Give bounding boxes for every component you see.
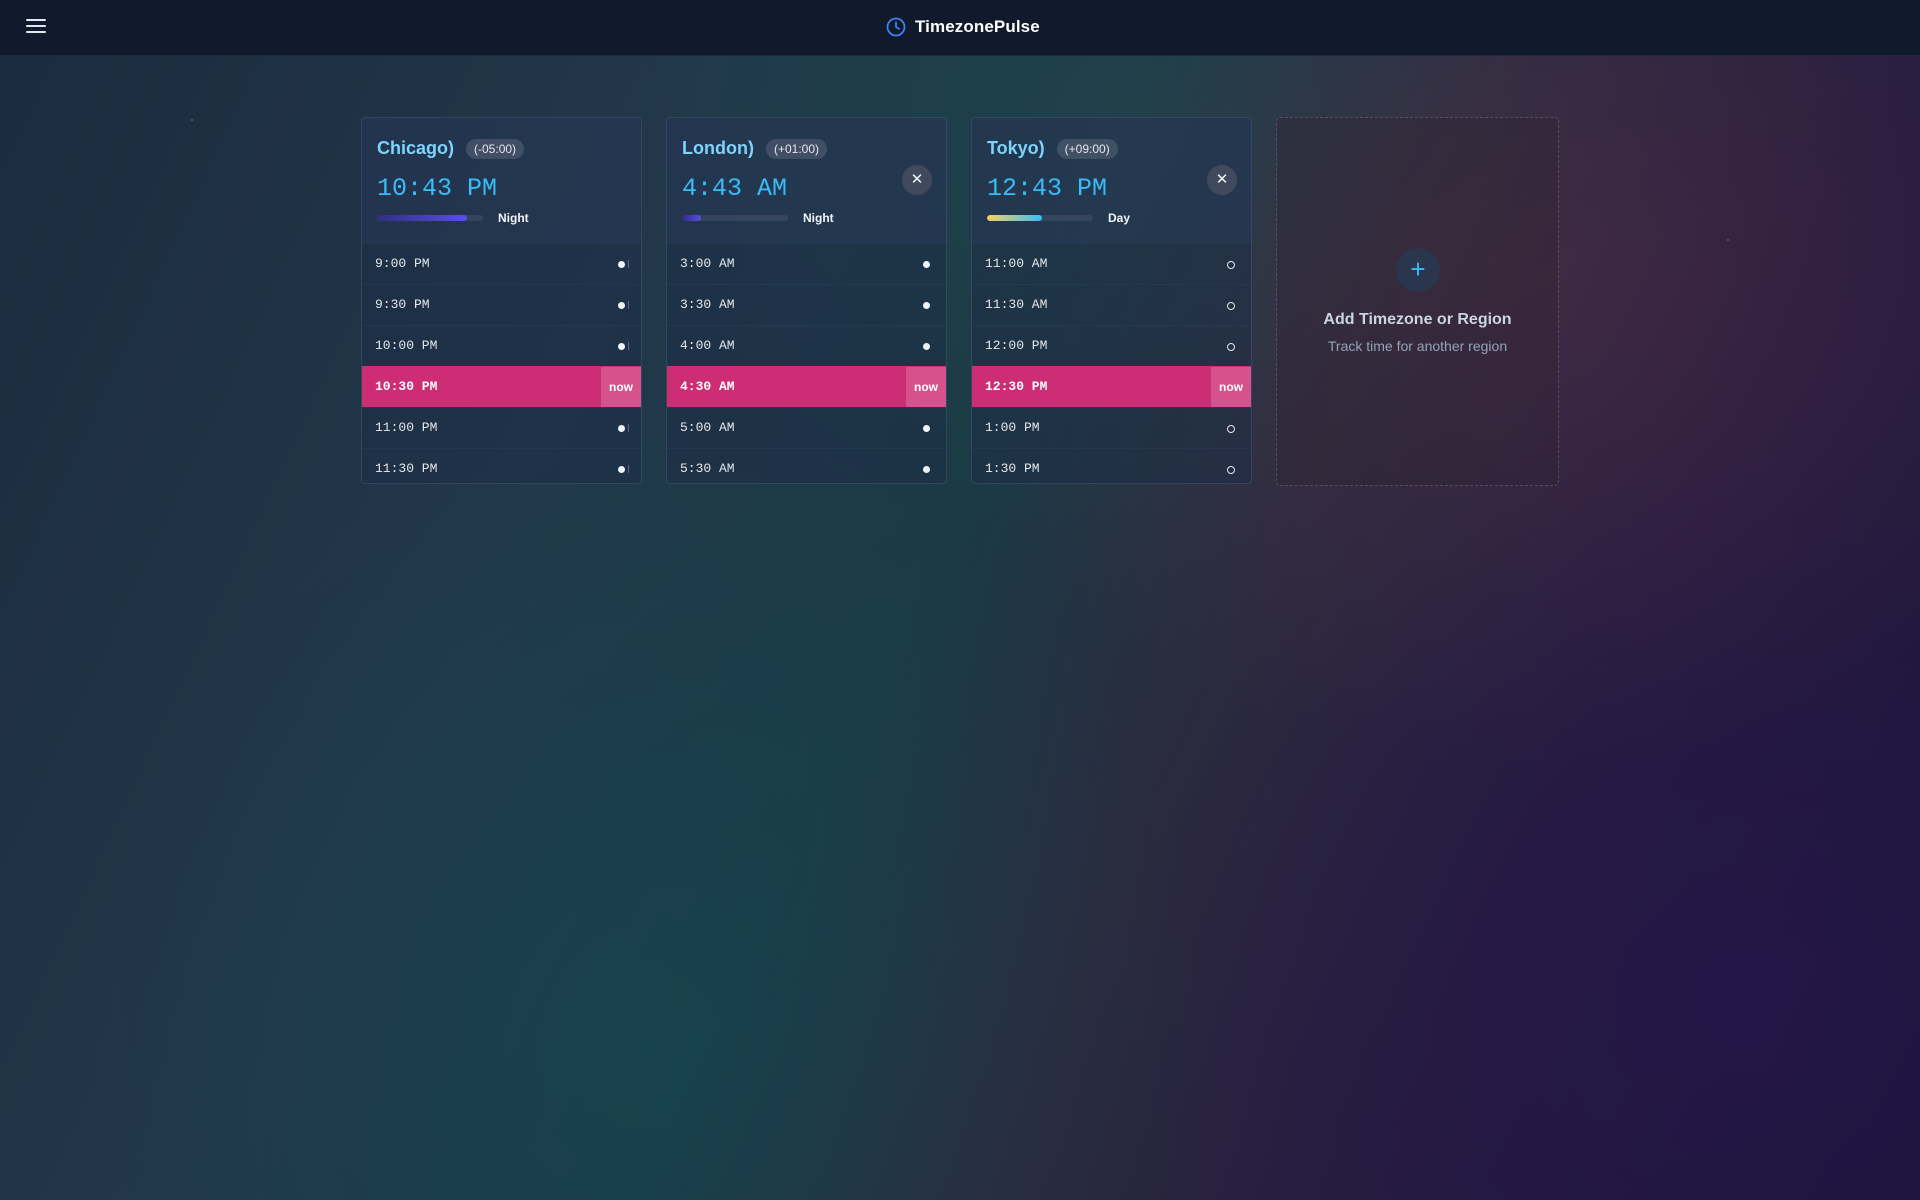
day-dot-icon bbox=[1227, 343, 1235, 351]
time-slot[interactable]: 5:00 AM bbox=[667, 407, 946, 448]
time-slot-label: 3:30 AM bbox=[680, 297, 735, 312]
daylight-progress-bar bbox=[377, 215, 483, 221]
now-badge: now bbox=[1211, 367, 1251, 407]
time-slot-label: 4:00 AM bbox=[680, 338, 735, 353]
add-timezone-card[interactable]: + Add Timezone or Region Track time for … bbox=[1276, 117, 1559, 486]
day-dot-icon bbox=[1227, 302, 1235, 310]
add-card-title: Add Timezone or Region bbox=[1323, 311, 1512, 328]
time-slot[interactable]: 11:30 PM bbox=[362, 448, 641, 483]
time-slot[interactable]: 4:00 AM bbox=[667, 325, 946, 366]
timezone-card-london: London) (+01:00) 4:43 AM Night ✕ 3:00 AM… bbox=[666, 117, 947, 484]
time-slot-label: 5:00 AM bbox=[680, 420, 735, 435]
brand: TimezonePulse bbox=[886, 17, 1040, 37]
time-slot-label: 4:30 AM bbox=[680, 379, 735, 394]
utc-offset-badge: (+01:00) bbox=[765, 138, 827, 159]
plus-icon[interactable]: + bbox=[1396, 248, 1440, 292]
card-header: Chicago) (-05:00) 10:43 PM Night bbox=[362, 118, 641, 243]
daylight-progress-bar bbox=[682, 215, 788, 221]
add-card-subtitle: Track time for another region bbox=[1327, 338, 1508, 354]
time-slot-current[interactable]: 10:30 PM now bbox=[362, 366, 641, 407]
city-name: London) bbox=[682, 138, 754, 158]
time-slot-current[interactable]: 12:30 PM now bbox=[972, 366, 1251, 407]
now-badge: now bbox=[906, 367, 946, 407]
time-slot[interactable]: 3:30 AM bbox=[667, 284, 946, 325]
night-dot-icon bbox=[923, 466, 930, 473]
time-slot[interactable]: 1:00 PM bbox=[972, 407, 1251, 448]
day-dot-icon bbox=[1227, 261, 1235, 269]
time-slot[interactable]: 9:00 PM bbox=[362, 243, 641, 284]
night-dot-icon bbox=[923, 343, 930, 350]
time-slot[interactable]: 1:30 PM bbox=[972, 448, 1251, 483]
daylight-progress-bar bbox=[987, 215, 1093, 221]
time-slot[interactable]: 11:00 PM bbox=[362, 407, 641, 448]
top-bar: TimezonePulse bbox=[0, 0, 1920, 56]
background-star bbox=[191, 119, 193, 121]
time-slot-label: 11:00 AM bbox=[985, 256, 1048, 271]
timezone-card-chicago: Chicago) (-05:00) 10:43 PM Night 9:00 PM… bbox=[361, 117, 642, 484]
now-badge: now bbox=[601, 367, 641, 407]
close-icon[interactable]: ✕ bbox=[902, 165, 932, 195]
current-time: 12:43 PM bbox=[987, 174, 1108, 203]
daylight-progress-fill bbox=[987, 215, 1043, 221]
utc-offset-badge: (-05:00) bbox=[466, 138, 525, 159]
time-slot-label: 12:30 PM bbox=[985, 379, 1048, 394]
night-dot-icon bbox=[618, 425, 625, 432]
time-slot-label: 10:30 PM bbox=[375, 379, 438, 394]
city-name: Tokyo) bbox=[987, 138, 1045, 158]
slot-tick bbox=[628, 424, 629, 432]
city-name: Chicago) bbox=[377, 138, 455, 158]
slot-tick bbox=[628, 342, 629, 350]
night-dot-icon bbox=[618, 466, 625, 473]
close-icon[interactable]: ✕ bbox=[1207, 165, 1237, 195]
day-period-label: Night bbox=[498, 211, 529, 225]
app-title: TimezonePulse bbox=[915, 17, 1040, 36]
day-dot-icon bbox=[1227, 425, 1235, 433]
utc-offset-badge: (+09:00) bbox=[1056, 138, 1118, 159]
slot-tick bbox=[628, 260, 629, 268]
card-header: Tokyo) (+09:00) 12:43 PM Day ✕ bbox=[972, 118, 1251, 243]
time-slot-label: 11:30 AM bbox=[985, 297, 1048, 312]
night-dot-icon bbox=[618, 302, 625, 309]
day-dot-icon bbox=[1227, 466, 1235, 474]
daylight-progress-fill bbox=[682, 215, 702, 221]
time-slot[interactable]: 12:00 PM bbox=[972, 325, 1251, 366]
time-slot[interactable]: 3:00 AM bbox=[667, 243, 946, 284]
day-period-label: Night bbox=[803, 211, 834, 225]
daylight-progress-fill bbox=[377, 215, 468, 221]
time-slot-label: 9:00 PM bbox=[375, 256, 430, 271]
night-dot-icon bbox=[618, 343, 625, 350]
time-slot-current[interactable]: 4:30 AM now bbox=[667, 366, 946, 407]
card-header: London) (+01:00) 4:43 AM Night ✕ bbox=[667, 118, 946, 243]
time-slot-label: 11:00 PM bbox=[375, 420, 438, 435]
night-dot-icon bbox=[923, 302, 930, 309]
time-slot-label: 11:30 PM bbox=[375, 461, 438, 476]
slot-tick bbox=[628, 465, 629, 473]
current-time: 4:43 AM bbox=[682, 174, 788, 203]
timezone-card-tokyo: Tokyo) (+09:00) 12:43 PM Day ✕ 11:00 AM … bbox=[971, 117, 1252, 484]
time-slot[interactable]: 9:30 PM bbox=[362, 284, 641, 325]
current-time: 10:43 PM bbox=[377, 174, 498, 203]
clock-icon bbox=[886, 17, 906, 37]
time-slot-label: 12:00 PM bbox=[985, 338, 1048, 353]
time-slot[interactable]: 5:30 AM bbox=[667, 448, 946, 483]
background-star bbox=[1727, 239, 1729, 241]
hamburger-menu-icon[interactable] bbox=[26, 19, 46, 35]
time-slot-label: 1:00 PM bbox=[985, 420, 1040, 435]
night-dot-icon bbox=[618, 261, 625, 268]
time-slot[interactable]: 10:00 PM bbox=[362, 325, 641, 366]
day-period-label: Day bbox=[1108, 211, 1131, 225]
night-dot-icon bbox=[923, 425, 930, 432]
slot-tick bbox=[628, 301, 629, 309]
night-dot-icon bbox=[923, 261, 930, 268]
time-slot-label: 3:00 AM bbox=[680, 256, 735, 271]
time-slot-label: 5:30 AM bbox=[680, 461, 735, 476]
time-slot[interactable]: 11:30 AM bbox=[972, 284, 1251, 325]
time-slot-label: 1:30 PM bbox=[985, 461, 1040, 476]
time-slot-label: 9:30 PM bbox=[375, 297, 430, 312]
time-slot-label: 10:00 PM bbox=[375, 338, 438, 353]
time-slot[interactable]: 11:00 AM bbox=[972, 243, 1251, 284]
